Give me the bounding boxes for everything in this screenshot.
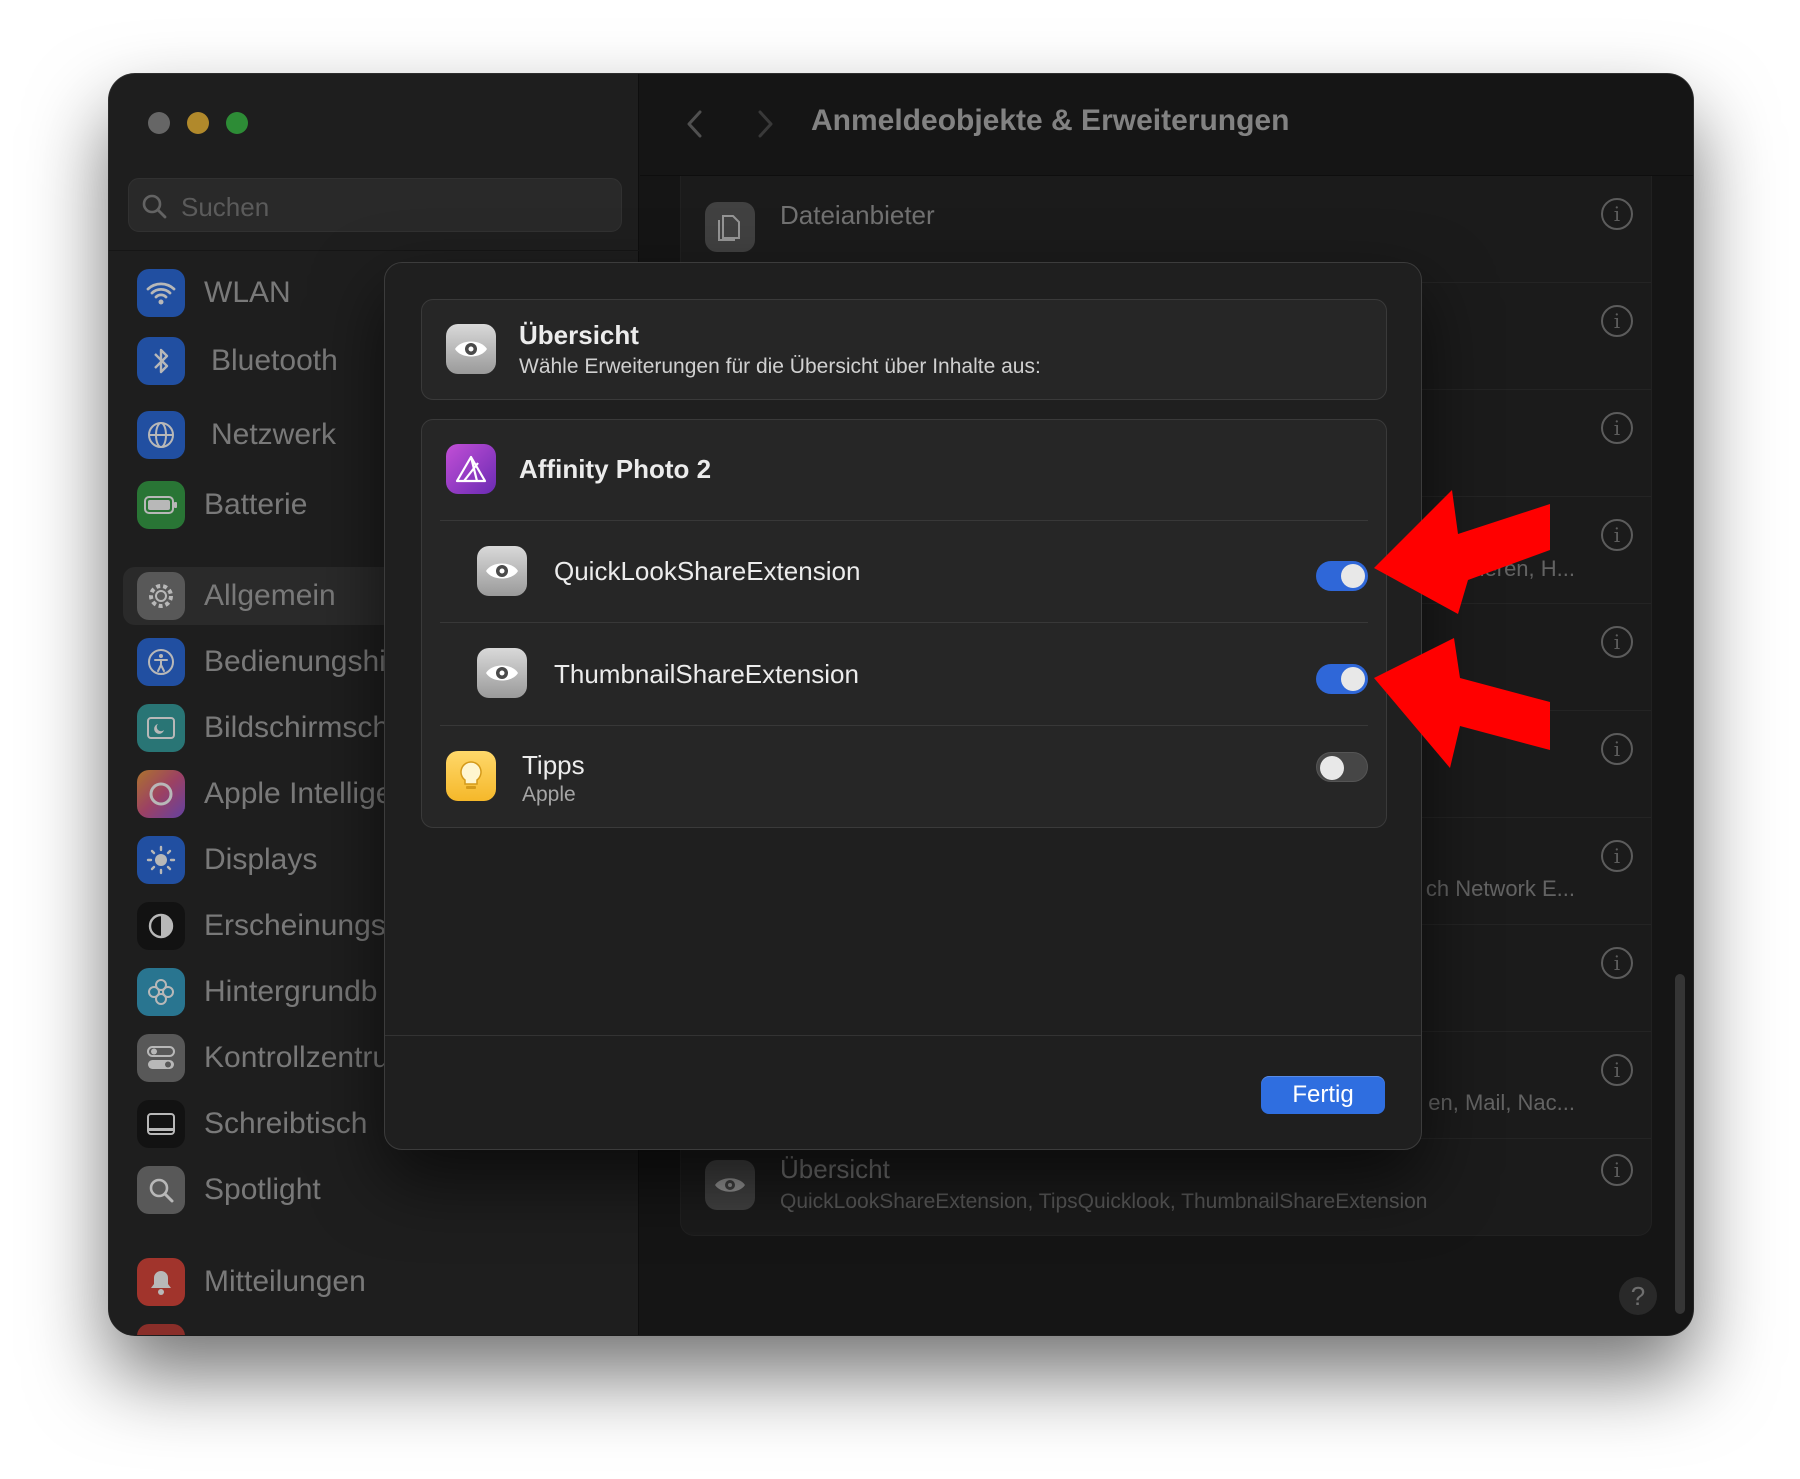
footer-divider bbox=[385, 1035, 1421, 1036]
affinity-photo-icon bbox=[446, 444, 496, 494]
eye-icon bbox=[446, 324, 496, 374]
eye-icon bbox=[477, 648, 527, 698]
extensions-card: Affinity Photo 2 QuickLookShareExtension… bbox=[421, 419, 1387, 828]
toggle-knob bbox=[1341, 667, 1365, 691]
app-name: Affinity Photo 2 bbox=[519, 454, 712, 484]
annotation-arrow-icon bbox=[1374, 490, 1550, 614]
row-divider bbox=[440, 622, 1368, 623]
tips-subtitle: Apple bbox=[522, 783, 576, 806]
row-divider bbox=[440, 520, 1368, 521]
tips-toggle[interactable] bbox=[1316, 752, 1368, 782]
quicklook-extensions-sheet: Übersicht Wähle Erweiterungen für die Üb… bbox=[384, 262, 1422, 1150]
extension-label: ThumbnailShareExtension bbox=[554, 659, 859, 689]
toggle-knob bbox=[1341, 564, 1365, 588]
toggle-knob bbox=[1320, 756, 1344, 780]
eye-icon bbox=[477, 546, 527, 596]
sheet-subtitle: Wähle Erweiterungen für die Übersicht üb… bbox=[519, 355, 1041, 378]
sheet-title: Übersicht bbox=[519, 320, 639, 350]
lightbulb-icon bbox=[446, 751, 496, 801]
tips-title: Tipps bbox=[522, 750, 585, 780]
thumbnail-extension-toggle[interactable] bbox=[1316, 664, 1368, 694]
done-button[interactable]: Fertig bbox=[1261, 1076, 1385, 1114]
sheet-header-card: Übersicht Wähle Erweiterungen für die Üb… bbox=[421, 299, 1387, 400]
row-divider bbox=[440, 725, 1368, 726]
annotation-arrow-icon bbox=[1374, 638, 1550, 768]
quicklook-extension-toggle[interactable] bbox=[1316, 561, 1368, 591]
extension-label: QuickLookShareExtension bbox=[554, 556, 861, 586]
